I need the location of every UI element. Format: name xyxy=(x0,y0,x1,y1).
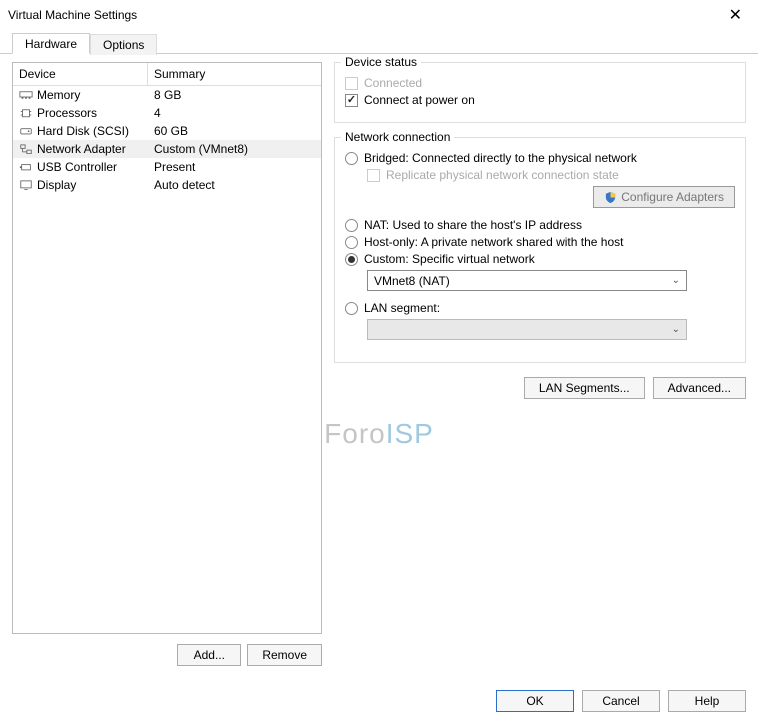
connect-poweron-label: Connect at power on xyxy=(364,93,475,107)
device-summary: 8 GB xyxy=(148,87,321,103)
replicate-label: Replicate physical network connection st… xyxy=(386,168,619,182)
connected-label: Connected xyxy=(364,76,422,90)
device-name: USB Controller xyxy=(37,160,117,174)
bridged-label: Bridged: Connected directly to the physi… xyxy=(364,151,637,165)
lan-radio[interactable] xyxy=(345,302,358,315)
tab-hardware[interactable]: Hardware xyxy=(12,33,90,54)
table-row[interactable]: Hard Disk (SCSI) 60 GB xyxy=(13,122,321,140)
table-row[interactable]: Processors 4 xyxy=(13,104,321,122)
device-summary: 4 xyxy=(148,105,321,121)
device-name: Display xyxy=(37,178,76,192)
device-name: Network Adapter xyxy=(37,142,126,156)
lan-segment-dropdown: ⌄ xyxy=(367,319,687,340)
column-summary[interactable]: Summary xyxy=(148,63,321,85)
shield-icon xyxy=(604,191,617,204)
configure-adapters-label: Configure Adapters xyxy=(621,190,724,204)
device-name: Memory xyxy=(37,88,80,102)
device-name: Hard Disk (SCSI) xyxy=(37,124,129,138)
custom-radio[interactable] xyxy=(345,253,358,266)
replicate-checkbox xyxy=(367,169,380,182)
advanced-button[interactable]: Advanced... xyxy=(653,377,746,399)
device-summary: Auto detect xyxy=(148,177,321,193)
connected-checkbox xyxy=(345,77,358,90)
network-connection-group: Network connection Bridged: Connected di… xyxy=(334,137,746,363)
display-icon xyxy=(19,179,33,191)
remove-button[interactable]: Remove xyxy=(247,644,322,666)
device-status-legend: Device status xyxy=(341,55,421,69)
device-status-group: Device status Connected Connect at power… xyxy=(334,62,746,123)
table-row[interactable]: Network Adapter Custom (VMnet8) xyxy=(13,140,321,158)
device-summary: Present xyxy=(148,159,321,175)
custom-label: Custom: Specific virtual network xyxy=(364,252,535,266)
bridged-radio[interactable] xyxy=(345,152,358,165)
hostonly-radio[interactable] xyxy=(345,236,358,249)
add-button[interactable]: Add... xyxy=(177,644,241,666)
device-name: Processors xyxy=(37,106,97,120)
chevron-down-icon: ⌄ xyxy=(672,324,680,335)
connect-poweron-checkbox[interactable] xyxy=(345,94,358,107)
custom-network-dropdown[interactable]: VMnet8 (NAT) ⌄ xyxy=(367,270,687,291)
cancel-button[interactable]: Cancel xyxy=(582,690,660,712)
network-legend: Network connection xyxy=(341,130,454,144)
chevron-down-icon: ⌄ xyxy=(672,275,680,286)
memory-icon xyxy=(19,89,33,101)
network-icon xyxy=(19,143,33,155)
column-device[interactable]: Device xyxy=(13,63,148,85)
lan-label: LAN segment: xyxy=(364,301,440,315)
table-row[interactable]: Memory 8 GB xyxy=(13,86,321,104)
close-icon[interactable]: ✕ xyxy=(723,5,748,25)
help-button[interactable]: Help xyxy=(668,690,746,712)
window-title: Virtual Machine Settings xyxy=(8,8,137,22)
disk-icon xyxy=(19,125,33,137)
tab-bar: Hardware Options xyxy=(0,32,758,54)
hostonly-label: Host-only: A private network shared with… xyxy=(364,235,623,249)
nat-label: NAT: Used to share the host's IP address xyxy=(364,218,582,232)
tab-options[interactable]: Options xyxy=(90,34,157,55)
usb-icon xyxy=(19,161,33,173)
cpu-icon xyxy=(19,107,33,119)
device-summary: Custom (VMnet8) xyxy=(148,141,321,157)
device-summary: 60 GB xyxy=(148,123,321,139)
table-row[interactable]: USB Controller Present xyxy=(13,158,321,176)
lan-segments-button[interactable]: LAN Segments... xyxy=(524,377,645,399)
configure-adapters-button: Configure Adapters xyxy=(593,186,735,208)
ok-button[interactable]: OK xyxy=(496,690,574,712)
table-row[interactable]: Display Auto detect xyxy=(13,176,321,194)
nat-radio[interactable] xyxy=(345,219,358,232)
custom-network-value: VMnet8 (NAT) xyxy=(374,274,450,288)
device-table: Device Summary Memory 8 GB Processors 4 … xyxy=(12,62,322,634)
